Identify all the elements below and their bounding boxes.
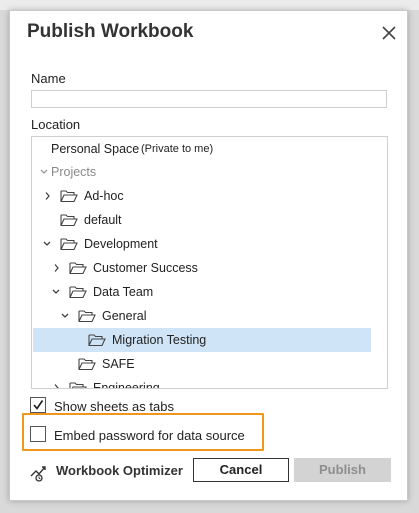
folder-icon (60, 238, 78, 251)
folder-icon (69, 382, 87, 388)
embed-password-checkbox[interactable] (30, 426, 46, 442)
tree-item[interactable]: SAFE (32, 352, 387, 376)
folder-icon (78, 358, 96, 371)
name-label: Name (31, 71, 66, 86)
personal-space-label: Personal Space (51, 142, 140, 156)
background-strip (0, 0, 419, 10)
folder-icon (69, 286, 87, 299)
show-sheets-checkbox[interactable] (30, 397, 46, 413)
chevron-right-icon[interactable] (50, 376, 62, 389)
publish-button[interactable]: Publish (294, 458, 391, 482)
chevron-down-icon (40, 169, 48, 174)
location-label: Location (31, 117, 81, 132)
publish-workbook-dialog: Publish Workbook Name Location Personal … (9, 10, 408, 501)
embed-password-label: Embed password for data source (54, 428, 245, 443)
chevron-right-icon[interactable] (41, 184, 53, 208)
checkmark-icon (33, 400, 44, 410)
tree-projects-header[interactable]: Projects (32, 160, 387, 184)
close-icon[interactable] (379, 23, 399, 43)
tree-item-label: Data Team (93, 285, 154, 299)
folder-icon (78, 310, 96, 323)
tree-item[interactable]: Development (32, 232, 387, 256)
tree-item[interactable]: default (32, 208, 387, 232)
cancel-button[interactable]: Cancel (193, 458, 289, 482)
tree-item-label: Engineering (93, 381, 160, 389)
tree-item-label: default (84, 213, 122, 227)
tree-item[interactable]: Engineering (32, 376, 387, 389)
tree-item-label: SAFE (102, 357, 135, 371)
folder-icon (69, 262, 87, 275)
tree-item[interactable]: Ad-hoc (32, 184, 387, 208)
show-sheets-label: Show sheets as tabs (54, 399, 174, 414)
location-tree[interactable]: Personal Space (Private to me) Projects … (31, 136, 388, 389)
chevron-right-icon[interactable] (50, 256, 62, 280)
tree-item-label: Migration Testing (112, 333, 207, 347)
folder-icon (60, 190, 78, 203)
tree-item[interactable]: Data Team (32, 280, 387, 304)
projects-header-label: Projects (51, 165, 97, 179)
tree-item-label: Ad-hoc (84, 189, 124, 203)
tree-item-label: Development (84, 237, 158, 251)
name-input[interactable] (31, 90, 387, 108)
dialog-title: Publish Workbook (27, 21, 194, 42)
optimizer-icon (30, 466, 46, 482)
tree-item-label: Customer Success (93, 261, 198, 275)
chevron-down-icon[interactable] (41, 232, 53, 256)
personal-space-note: (Private to me) (141, 143, 214, 155)
folder-icon (60, 214, 78, 227)
chevron-down-icon[interactable] (50, 280, 62, 304)
chevron-down-icon[interactable] (59, 304, 71, 328)
tree-item[interactable]: General (32, 304, 387, 328)
tree-item[interactable]: Customer Success (32, 256, 387, 280)
tree-item-personal-space[interactable]: Personal Space (Private to me) (32, 137, 387, 161)
tree-item-label: General (102, 309, 147, 323)
optimizer-label: Workbook Optimizer (56, 463, 183, 478)
folder-icon (88, 334, 106, 347)
tree-item[interactable]: Migration Testing (33, 328, 371, 352)
